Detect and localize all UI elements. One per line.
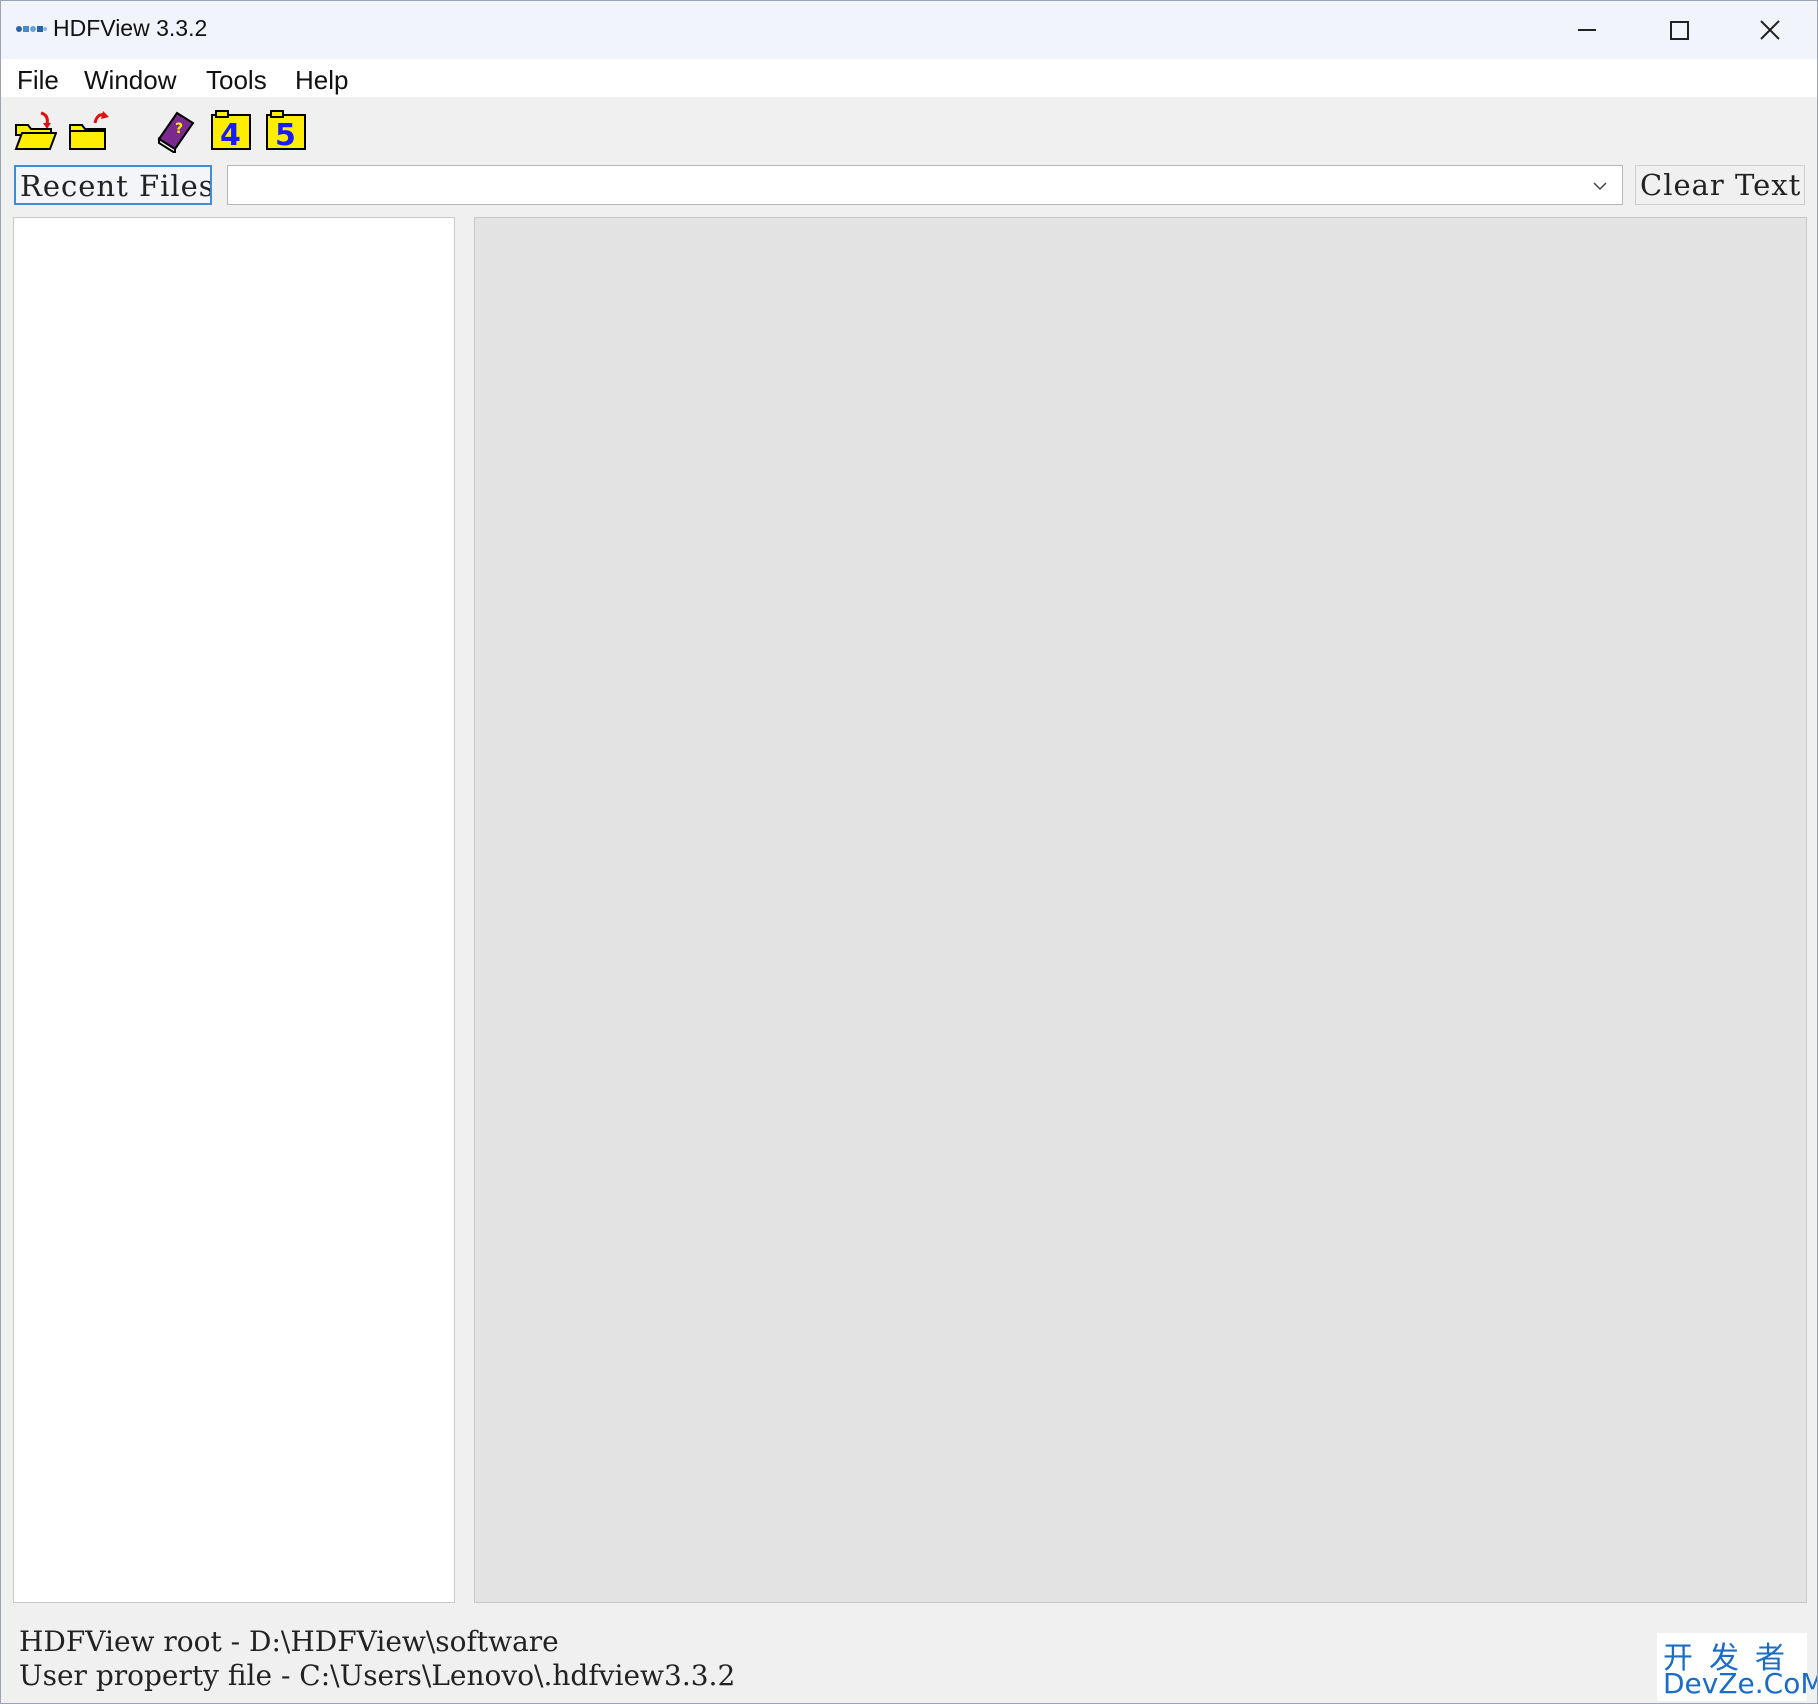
menu-tools[interactable]: Tools	[202, 61, 271, 100]
menu-bar: File Window Tools Help	[1, 59, 1817, 97]
hdf-app-icon	[16, 26, 47, 32]
maximize-icon	[1670, 21, 1689, 40]
menu-window[interactable]: Window	[80, 61, 180, 100]
close-icon	[1760, 20, 1780, 40]
status-property-file: User property file - C:\Users\Lenovo\.hd…	[19, 1659, 736, 1692]
close-button[interactable]	[1724, 1, 1816, 59]
recent-files-combo[interactable]	[227, 165, 1623, 205]
minimize-button[interactable]	[1540, 1, 1632, 59]
file-tree-panel[interactable]	[13, 217, 455, 1603]
title-bar[interactable]: HDFView 3.3.2	[1, 1, 1817, 59]
open-file-icon[interactable]	[13, 109, 57, 153]
close-file-icon[interactable]	[67, 109, 111, 153]
status-root-path: HDFView root - D:\HDFView\software	[19, 1625, 559, 1658]
hdf5-library-icon[interactable]: 5	[265, 109, 309, 153]
svg-text:?: ?	[175, 121, 183, 137]
chevron-down-icon[interactable]	[1592, 178, 1608, 194]
status-log-area[interactable]: HDFView root - D:\HDFView\software User …	[13, 1621, 1807, 1703]
hdfview-window: HDFView 3.3.2 File Window Tools Help ? 4…	[0, 0, 1818, 1704]
hdf4-library-icon[interactable]: 4	[210, 109, 254, 153]
recent-files-row: Recent Files Clear Text	[1, 161, 1817, 213]
window-title: HDFView 3.3.2	[53, 15, 208, 41]
minimize-icon	[1578, 29, 1596, 31]
recent-files-button[interactable]: Recent Files	[14, 165, 212, 205]
clear-text-button[interactable]: Clear Text	[1635, 165, 1805, 205]
help-book-icon[interactable]: ?	[153, 109, 197, 153]
maximize-button[interactable]	[1632, 1, 1724, 59]
hdf4-label: 4	[220, 118, 241, 153]
menu-help[interactable]: Help	[291, 61, 352, 100]
watermark-en: DevZe.CoM	[1663, 1667, 1818, 1700]
watermark: 开发者 DevZe.CoM	[1657, 1633, 1817, 1701]
toolbar: ? 4 5	[1, 97, 1817, 161]
hdf5-label: 5	[275, 118, 296, 153]
menu-file[interactable]: File	[13, 61, 63, 100]
data-content-panel[interactable]	[474, 217, 1807, 1603]
